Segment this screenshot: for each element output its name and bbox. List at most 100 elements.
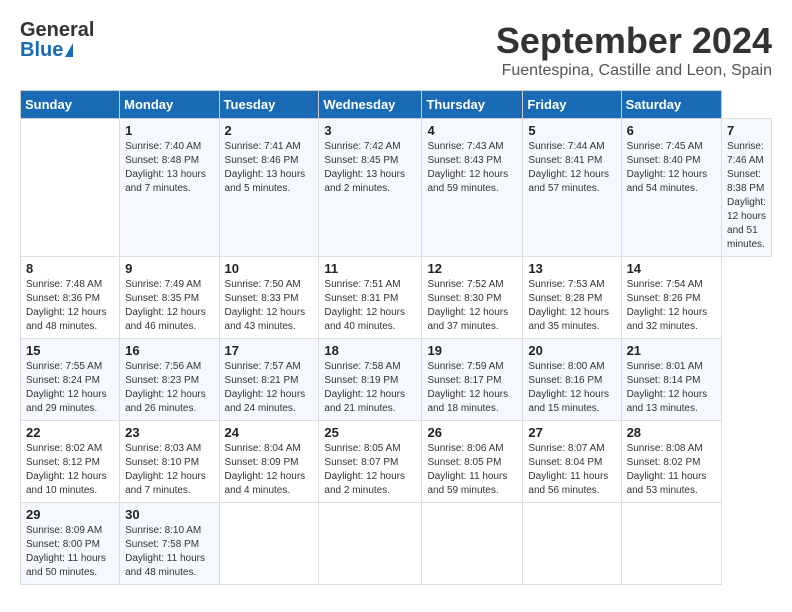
calendar-day-header: Friday	[523, 91, 621, 119]
daylight-text: Daylight: 12 hours and 59 minutes.	[427, 168, 517, 196]
day-number: 3	[324, 123, 416, 138]
calendar-cell: 23 Sunrise: 8:03 AM Sunset: 8:10 PM Dayl…	[120, 421, 219, 503]
day-number: 22	[26, 425, 114, 440]
day-info: Sunrise: 7:44 AM Sunset: 8:41 PM Dayligh…	[528, 140, 615, 196]
daylight-text: Daylight: 12 hours and 57 minutes.	[528, 168, 615, 196]
day-info: Sunrise: 8:07 AM Sunset: 8:04 PM Dayligh…	[528, 442, 615, 498]
logo: General Blue	[20, 20, 96, 60]
day-number: 10	[225, 261, 314, 276]
calendar-cell: 3 Sunrise: 7:42 AM Sunset: 8:45 PM Dayli…	[319, 119, 422, 257]
calendar-cell: 14 Sunrise: 7:54 AM Sunset: 8:26 PM Dayl…	[621, 257, 721, 339]
sunrise-text: Sunrise: 7:53 AM	[528, 278, 615, 292]
sunset-text: Sunset: 8:33 PM	[225, 292, 314, 306]
day-info: Sunrise: 7:42 AM Sunset: 8:45 PM Dayligh…	[324, 140, 416, 196]
logo-general-text: General	[20, 20, 94, 40]
sunset-text: Sunset: 8:05 PM	[427, 456, 517, 470]
day-number: 30	[125, 507, 213, 522]
day-number: 26	[427, 425, 517, 440]
day-info: Sunrise: 7:40 AM Sunset: 8:48 PM Dayligh…	[125, 140, 213, 196]
calendar-cell: 28 Sunrise: 8:08 AM Sunset: 8:02 PM Dayl…	[621, 421, 721, 503]
day-info: Sunrise: 7:56 AM Sunset: 8:23 PM Dayligh…	[125, 360, 213, 416]
day-number: 7	[727, 123, 766, 138]
daylight-text: Daylight: 12 hours and 40 minutes.	[324, 306, 416, 334]
calendar-week-row: 29 Sunrise: 8:09 AM Sunset: 8:00 PM Dayl…	[21, 503, 772, 585]
calendar-cell: 20 Sunrise: 8:00 AM Sunset: 8:16 PM Dayl…	[523, 339, 621, 421]
daylight-text: Daylight: 12 hours and 48 minutes.	[26, 306, 114, 334]
daylight-text: Daylight: 11 hours and 53 minutes.	[627, 470, 716, 498]
day-info: Sunrise: 7:46 AM Sunset: 8:38 PM Dayligh…	[727, 140, 766, 252]
daylight-text: Daylight: 12 hours and 35 minutes.	[528, 306, 615, 334]
day-number: 17	[225, 343, 314, 358]
sunset-text: Sunset: 8:09 PM	[225, 456, 314, 470]
calendar-table: SundayMondayTuesdayWednesdayThursdayFrid…	[20, 90, 772, 585]
day-info: Sunrise: 7:41 AM Sunset: 8:46 PM Dayligh…	[225, 140, 314, 196]
calendar-cell: 17 Sunrise: 7:57 AM Sunset: 8:21 PM Dayl…	[219, 339, 319, 421]
sunset-text: Sunset: 8:36 PM	[26, 292, 114, 306]
day-number: 19	[427, 343, 517, 358]
sunset-text: Sunset: 8:41 PM	[528, 154, 615, 168]
day-info: Sunrise: 7:58 AM Sunset: 8:19 PM Dayligh…	[324, 360, 416, 416]
daylight-text: Daylight: 12 hours and 21 minutes.	[324, 388, 416, 416]
day-number: 13	[528, 261, 615, 276]
day-info: Sunrise: 8:08 AM Sunset: 8:02 PM Dayligh…	[627, 442, 716, 498]
calendar-day-header: Tuesday	[219, 91, 319, 119]
calendar-cell: 27 Sunrise: 8:07 AM Sunset: 8:04 PM Dayl…	[523, 421, 621, 503]
sunrise-text: Sunrise: 7:52 AM	[427, 278, 517, 292]
sunrise-text: Sunrise: 8:07 AM	[528, 442, 615, 456]
calendar-cell	[21, 119, 120, 257]
sunset-text: Sunset: 8:17 PM	[427, 374, 517, 388]
calendar-cell	[621, 503, 721, 585]
calendar-cell: 22 Sunrise: 8:02 AM Sunset: 8:12 PM Dayl…	[21, 421, 120, 503]
day-number: 11	[324, 261, 416, 276]
day-info: Sunrise: 8:09 AM Sunset: 8:00 PM Dayligh…	[26, 524, 114, 580]
sunset-text: Sunset: 8:00 PM	[26, 538, 114, 552]
daylight-text: Daylight: 12 hours and 32 minutes.	[627, 306, 716, 334]
day-number: 23	[125, 425, 213, 440]
sunrise-text: Sunrise: 7:45 AM	[627, 140, 716, 154]
day-number: 9	[125, 261, 213, 276]
day-number: 28	[627, 425, 716, 440]
sunset-text: Sunset: 8:07 PM	[324, 456, 416, 470]
day-number: 24	[225, 425, 314, 440]
day-info: Sunrise: 7:54 AM Sunset: 8:26 PM Dayligh…	[627, 278, 716, 334]
daylight-text: Daylight: 12 hours and 15 minutes.	[528, 388, 615, 416]
sunset-text: Sunset: 8:19 PM	[324, 374, 416, 388]
sunset-text: Sunset: 8:48 PM	[125, 154, 213, 168]
sunrise-text: Sunrise: 7:41 AM	[225, 140, 314, 154]
calendar-cell: 21 Sunrise: 8:01 AM Sunset: 8:14 PM Dayl…	[621, 339, 721, 421]
daylight-text: Daylight: 12 hours and 46 minutes.	[125, 306, 213, 334]
sunrise-text: Sunrise: 8:01 AM	[627, 360, 716, 374]
calendar-cell: 1 Sunrise: 7:40 AM Sunset: 8:48 PM Dayli…	[120, 119, 219, 257]
calendar-cell: 8 Sunrise: 7:48 AM Sunset: 8:36 PM Dayli…	[21, 257, 120, 339]
day-number: 29	[26, 507, 114, 522]
month-title: September 2024	[496, 20, 772, 62]
daylight-text: Daylight: 13 hours and 7 minutes.	[125, 168, 213, 196]
daylight-text: Daylight: 12 hours and 10 minutes.	[26, 470, 114, 498]
day-info: Sunrise: 8:03 AM Sunset: 8:10 PM Dayligh…	[125, 442, 213, 498]
sunset-text: Sunset: 8:21 PM	[225, 374, 314, 388]
day-number: 6	[627, 123, 716, 138]
day-number: 21	[627, 343, 716, 358]
day-info: Sunrise: 7:53 AM Sunset: 8:28 PM Dayligh…	[528, 278, 615, 334]
calendar-day-header: Monday	[120, 91, 219, 119]
sunrise-text: Sunrise: 7:56 AM	[125, 360, 213, 374]
calendar-week-row: 1 Sunrise: 7:40 AM Sunset: 8:48 PM Dayli…	[21, 119, 772, 257]
calendar-cell: 29 Sunrise: 8:09 AM Sunset: 8:00 PM Dayl…	[21, 503, 120, 585]
sunrise-text: Sunrise: 7:51 AM	[324, 278, 416, 292]
daylight-text: Daylight: 12 hours and 2 minutes.	[324, 470, 416, 498]
day-number: 2	[225, 123, 314, 138]
day-info: Sunrise: 7:52 AM Sunset: 8:30 PM Dayligh…	[427, 278, 517, 334]
calendar-day-header: Thursday	[422, 91, 523, 119]
sunset-text: Sunset: 8:31 PM	[324, 292, 416, 306]
day-number: 27	[528, 425, 615, 440]
logo-blue-text: Blue	[20, 40, 63, 60]
calendar-week-row: 22 Sunrise: 8:02 AM Sunset: 8:12 PM Dayl…	[21, 421, 772, 503]
calendar-cell: 11 Sunrise: 7:51 AM Sunset: 8:31 PM Dayl…	[319, 257, 422, 339]
calendar-week-row: 8 Sunrise: 7:48 AM Sunset: 8:36 PM Dayli…	[21, 257, 772, 339]
sunrise-text: Sunrise: 7:46 AM	[727, 140, 766, 168]
sunset-text: Sunset: 8:28 PM	[528, 292, 615, 306]
daylight-text: Daylight: 11 hours and 56 minutes.	[528, 470, 615, 498]
calendar-cell	[523, 503, 621, 585]
sunset-text: Sunset: 8:40 PM	[627, 154, 716, 168]
sunrise-text: Sunrise: 8:09 AM	[26, 524, 114, 538]
